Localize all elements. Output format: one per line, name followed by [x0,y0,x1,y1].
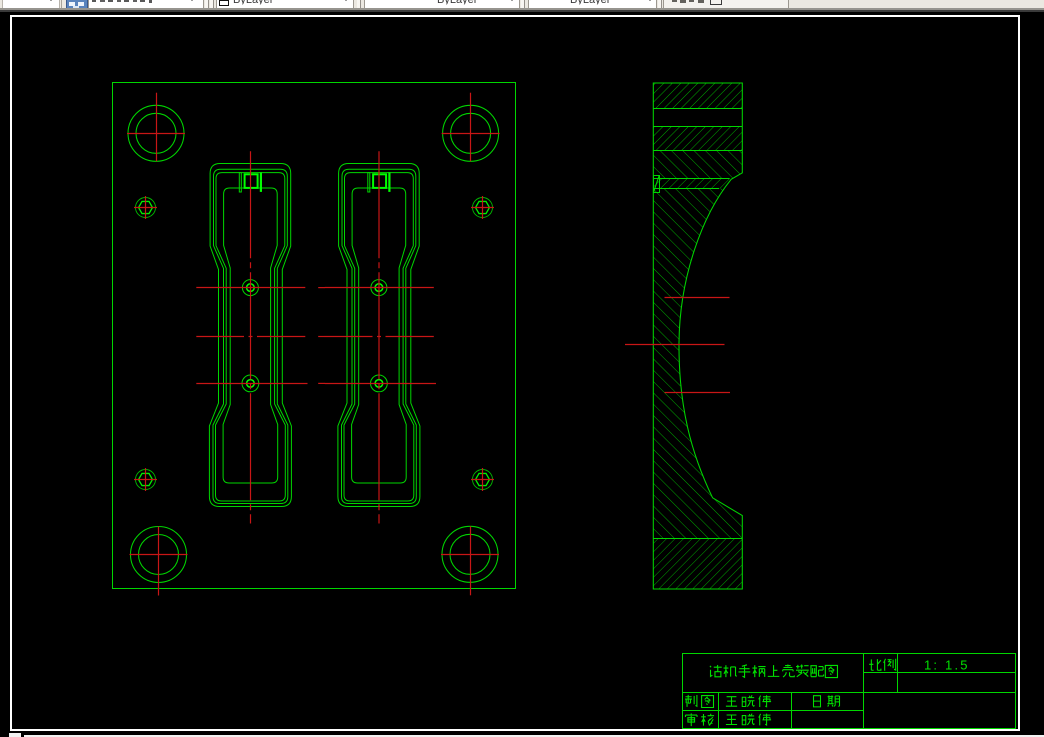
svg-text:ByLayer: ByLayer [233,0,274,6]
svg-text:ByLayer: ByLayer [437,0,478,6]
svg-text:ByLayer: ByLayer [570,0,611,6]
svg-text:1: 1.5: 1: 1.5 [924,658,970,673]
